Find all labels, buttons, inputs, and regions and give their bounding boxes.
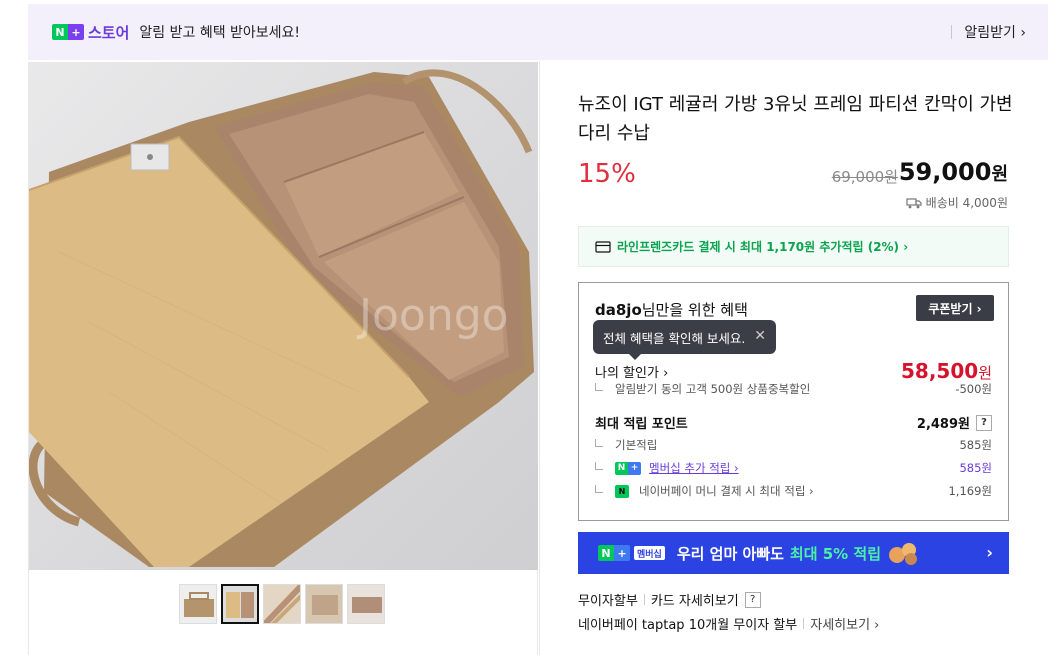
taptap-label: 네이버페이 taptap 10개월 무이자 할부: [578, 618, 798, 633]
thumbnail[interactable]: [179, 584, 217, 624]
thumbnail[interactable]: [305, 584, 343, 624]
membership-banner-text: 우리 엄마 아빠도: [676, 544, 784, 563]
credit-card-icon: [595, 240, 611, 253]
chevron-right-icon: ›: [986, 543, 993, 562]
my-discount-unit: 원: [978, 364, 992, 382]
product-gallery: Joongo: [28, 62, 538, 655]
card-detail-link[interactable]: 카드 자세히보기: [651, 590, 739, 609]
sale-price: 59,000원: [899, 158, 1008, 186]
original-price: 69,000원: [831, 168, 898, 186]
my-discount-value: 58,500: [901, 359, 979, 383]
card-promo-link[interactable]: 라인프렌즈카드 결제 시 최대 1,170원 추가적립 (2%) ›: [578, 226, 1009, 267]
thumbnail[interactable]: [347, 584, 385, 624]
membership-tag: 멤버십: [634, 546, 665, 560]
membership-promo-banner[interactable]: N + 멤버십 우리 엄마 아빠도 최대 5% 적립 ›: [578, 532, 1009, 574]
npay-icon: N: [615, 484, 629, 498]
shipping-text: 배송비 4,000원: [925, 196, 1008, 210]
sale-price-unit: 원: [991, 164, 1008, 185]
banner-message: 알림 받고 혜택 받아보세요!: [139, 25, 301, 41]
basic-points-row: 기본적립: [595, 437, 657, 453]
divider: [803, 618, 805, 629]
my-discount-label[interactable]: 나의 할인가 ›: [595, 362, 668, 381]
truck-icon: [906, 197, 922, 208]
coupon-button[interactable]: 쿠폰받기 ›: [916, 295, 994, 321]
max-points-label: 최대 적립 포인트: [595, 417, 688, 432]
divider: [951, 25, 953, 39]
thumbnail-active[interactable]: [221, 584, 259, 624]
benefit-title-suffix: 님만을 위한 혜택: [641, 301, 748, 319]
npay-points-row: N 네이버페이 머니 결제 시 최대 적립 ›: [595, 483, 814, 499]
benefit-title: da8jo님만을 위한 혜택: [595, 299, 748, 320]
coin-decoration-icon: [889, 543, 918, 565]
close-icon[interactable]: ✕: [754, 328, 766, 344]
npay-points-value: 1,169원: [948, 484, 992, 498]
max-points-value: 2,489원: [916, 417, 970, 432]
shipping-fee: 배송비 4,000원: [906, 194, 1008, 211]
taptap-detail-link[interactable]: 자세히보기 ›: [810, 614, 879, 633]
my-discount-price: 58,500원: [901, 359, 992, 383]
product-info-panel: 뉴조이 IGT 레귤러 가방 3유닛 프레임 파티션 칸막이 가변다리 수납 1…: [539, 62, 1048, 655]
bag-table-illustration: Joongo: [29, 69, 534, 567]
discount-detail-row: 알림받기 동의 고객 500원 상품중복할인: [595, 381, 810, 397]
nplus-store-badge: N + 스토어: [52, 22, 129, 43]
discount-detail-value: -500원: [955, 382, 992, 396]
installment-label: 무이자할부: [578, 594, 638, 609]
benefit-username: da8jo: [595, 301, 642, 319]
membership-banner-highlight: 최대 5% 적립: [789, 544, 882, 563]
basic-points-label: 기본적립: [615, 438, 658, 452]
tooltip-text: 전체 혜택을 확인해 보세요.: [603, 330, 746, 346]
membership-points-link[interactable]: 멤버십 추가 적립 ›: [649, 460, 739, 476]
npay-points-link[interactable]: 네이버페이 머니 결제 시 최대 적립 ›: [639, 483, 814, 499]
watermark-text: Joongo: [356, 290, 509, 341]
nplus-icon: N +: [598, 545, 630, 561]
membership-points-row: N + 멤버십 추가 적립 ›: [595, 460, 739, 476]
store-notification-banner: N + 스토어 알림 받고 혜택 받아보세요! 알림받기 ›: [28, 4, 1048, 60]
divider: [643, 594, 645, 605]
store-label: 스토어: [88, 23, 130, 42]
sale-price-value: 59,000: [898, 158, 992, 186]
installment-row: 무이자할부 카드 자세히보기 ?: [578, 590, 761, 609]
alarm-button[interactable]: 알림받기 ›: [964, 22, 1026, 42]
taptap-row: 네이버페이 taptap 10개월 무이자 할부 자세히보기 ›: [578, 614, 879, 633]
discount-rate: 15%: [578, 159, 636, 189]
points-help-icon[interactable]: ?: [976, 414, 992, 431]
benefit-tooltip: 전체 혜택을 확인해 보세요. ✕: [593, 320, 776, 360]
basic-points-value: 585원: [959, 438, 992, 452]
product-main-image[interactable]: Joongo: [29, 62, 538, 570]
max-points: 2,489원?: [917, 413, 992, 432]
thumbnail[interactable]: [263, 584, 301, 624]
nplus-icon: N +: [52, 24, 84, 40]
product-title: 뉴조이 IGT 레귤러 가방 3유닛 프레임 파티션 칸막이 가변다리 수납: [578, 94, 1013, 144]
membership-points-value: 585원: [959, 461, 992, 475]
card-promo-text: 라인프렌즈카드 결제 시 최대 1,170원 추가적립 (2%) ›: [617, 240, 909, 254]
nplus-membership-icon: N +: [615, 461, 641, 475]
benefit-box: da8jo님만을 위한 혜택 쿠폰받기 › 나의 할인가 › 58,500원 알…: [578, 282, 1009, 521]
help-icon[interactable]: ?: [744, 591, 761, 608]
discount-detail-label: 알림받기 동의 고객 500원 상품중복할인: [615, 382, 811, 396]
thumbnail-strip: [179, 584, 385, 624]
